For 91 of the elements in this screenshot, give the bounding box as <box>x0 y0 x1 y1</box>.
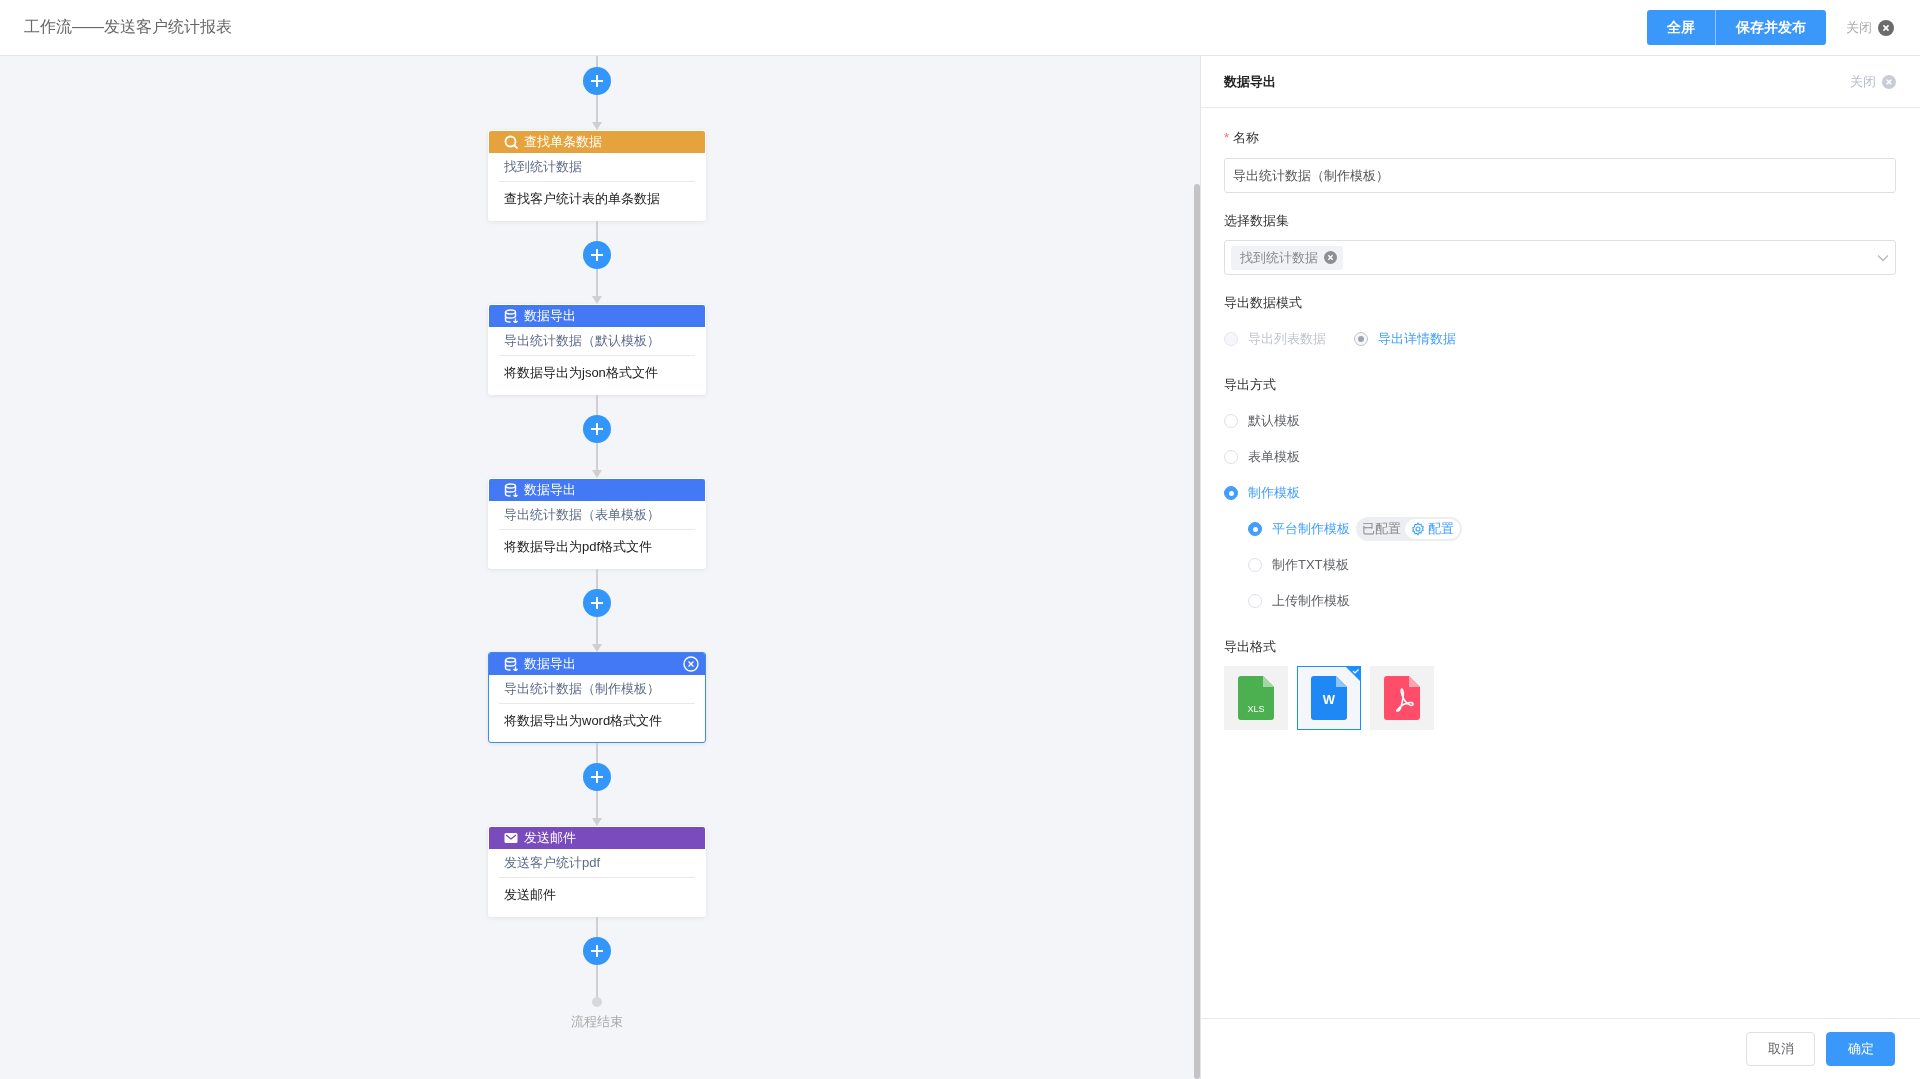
plus-icon <box>590 944 604 958</box>
radio-label[interactable]: 平台制作模板 <box>1272 520 1350 538</box>
node-card[interactable]: 数据导出 导出统计数据（表单模板） 将数据导出为pdf格式文件 <box>488 478 706 569</box>
node-description: 将数据导出为pdf格式文件 <box>503 538 654 556</box>
word-file-icon: W <box>1311 676 1347 720</box>
radio-label[interactable]: 默认模板 <box>1248 412 1300 430</box>
node-title: 数据导出 <box>524 655 577 673</box>
field-label: 选择数据集 <box>1224 212 1289 230</box>
remove-icon <box>1324 251 1337 264</box>
remove-icon <box>683 656 699 672</box>
add-step-button[interactable] <box>583 415 611 443</box>
close-button[interactable]: 关闭 <box>1846 10 1894 45</box>
required-mark: * <box>1224 129 1230 147</box>
node-name: 导出统计数据（制作模板） <box>503 680 661 698</box>
add-step-button[interactable] <box>583 241 611 269</box>
connector-line <box>596 221 598 241</box>
database-icon <box>504 657 518 671</box>
xls-file-icon: XLS <box>1238 676 1274 720</box>
panel-title: 数据导出 <box>1224 72 1277 91</box>
connector-arrow <box>591 791 603 826</box>
confirm-button[interactable]: 确定 <box>1826 1032 1895 1066</box>
format-option[interactable] <box>1370 666 1434 730</box>
node-name: 发送客户统计pdf <box>503 854 602 872</box>
radio-label[interactable]: 制作模板 <box>1248 484 1300 502</box>
format-option[interactable]: W <box>1297 666 1361 730</box>
node-name: 找到统计数据 <box>503 158 583 176</box>
add-step-button[interactable] <box>583 67 611 95</box>
envelope-icon <box>504 831 518 845</box>
node-description: 将数据导出为json格式文件 <box>503 364 659 382</box>
radio-label[interactable]: 上传制作模板 <box>1272 592 1350 610</box>
config-status: 已配置 <box>1362 520 1401 538</box>
node-description: 将数据导出为word格式文件 <box>503 712 664 730</box>
chevron-down-icon <box>1877 253 1889 262</box>
remove-node-button[interactable] <box>683 656 699 672</box>
configure-button[interactable]: 配置 <box>1405 519 1460 539</box>
toolbar-button[interactable]: 全屏 <box>1647 10 1715 45</box>
connector-arrow <box>591 617 603 652</box>
node-title: 数据导出 <box>524 307 577 325</box>
radio-label[interactable]: 制作TXT模板 <box>1272 556 1349 574</box>
plus-icon <box>590 770 604 784</box>
connector-arrow <box>591 269 603 304</box>
close-button[interactable]: 关闭 <box>1850 72 1896 91</box>
end-dot <box>592 997 602 1007</box>
connector-arrow <box>591 95 603 130</box>
close-icon <box>1878 19 1894 36</box>
node-title: 发送邮件 <box>524 829 577 847</box>
window-title: 工作流——发送客户统计报表 <box>24 17 233 37</box>
radio-button[interactable] <box>1224 486 1238 500</box>
toolbar-button[interactable]: 保存并发布 <box>1715 10 1826 45</box>
radio-label[interactable]: 表单模板 <box>1248 448 1300 466</box>
format-option[interactable]: XLS <box>1224 666 1288 730</box>
plus-icon <box>590 74 604 88</box>
node-card[interactable]: 发送邮件 发送客户统计pdf 发送邮件 <box>488 826 706 917</box>
field-label: 名称 <box>1233 129 1260 147</box>
magnifier-icon <box>504 135 518 149</box>
connector-line <box>596 965 598 997</box>
add-step-button[interactable] <box>583 589 611 617</box>
database-icon <box>504 483 518 497</box>
plus-icon <box>590 596 604 610</box>
node-title: 查找单条数据 <box>524 133 603 151</box>
tag-label: 找到统计数据 <box>1240 248 1318 267</box>
pdf-file-icon <box>1384 676 1420 720</box>
plus-icon <box>590 422 604 436</box>
add-step-button[interactable] <box>583 937 611 965</box>
database-icon <box>504 309 518 323</box>
flow-end-label: 流程结束 <box>571 1013 623 1031</box>
gear-icon <box>1411 522 1425 536</box>
connector-arrow <box>591 443 603 478</box>
field-label: 导出数据模式 <box>1224 294 1302 312</box>
node-name: 导出统计数据（表单模板） <box>503 506 661 524</box>
close-icon <box>1882 74 1896 89</box>
radio-button[interactable] <box>1248 522 1262 536</box>
add-step-button[interactable] <box>583 763 611 791</box>
tag-remove-button[interactable] <box>1324 251 1337 264</box>
plus-icon <box>590 248 604 262</box>
node-card[interactable]: 数据导出 导出统计数据（制作模板） 将数据导出为word格式文件 <box>488 652 706 743</box>
field-label: 导出方式 <box>1224 376 1276 394</box>
node-card[interactable]: 数据导出 导出统计数据（默认模板） 将数据导出为json格式文件 <box>488 304 706 395</box>
node-description: 发送邮件 <box>503 886 557 904</box>
connector-line <box>596 917 598 937</box>
field-label: 导出格式 <box>1224 638 1276 656</box>
connector-line <box>596 395 598 415</box>
dataset-select[interactable]: 找到统计数据 <box>1224 240 1896 275</box>
connector-line <box>596 569 598 589</box>
node-title: 数据导出 <box>524 481 577 499</box>
node-name: 导出统计数据（默认模板） <box>503 332 661 350</box>
cancel-button[interactable]: 取消 <box>1746 1032 1815 1066</box>
node-card[interactable]: 查找单条数据 找到统计数据 查找客户统计表的单条数据 <box>488 130 706 221</box>
name-input[interactable]: 导出统计数据（制作模板） <box>1224 158 1896 193</box>
connector-line <box>596 743 598 763</box>
node-description: 查找客户统计表的单条数据 <box>503 190 661 208</box>
